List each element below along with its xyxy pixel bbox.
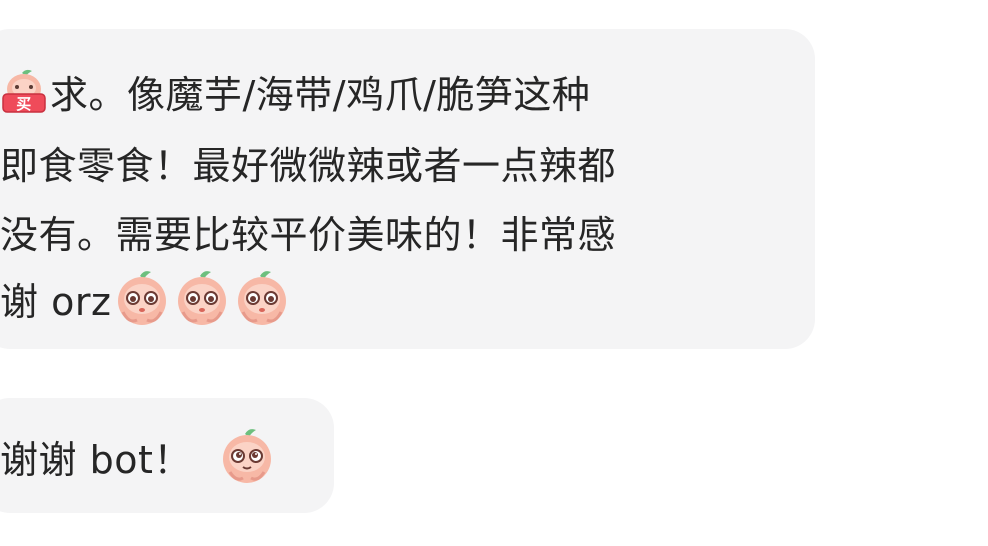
- message-text: 求。像魔芋/海带/鸡爪/脆笋这种: [50, 72, 591, 117]
- message-text: 谢谢 bot！: [0, 437, 192, 482]
- message-text: 即食零食！最好微微辣或者一点辣都: [0, 143, 617, 188]
- buy-sticker-icon: 买: [0, 67, 48, 115]
- message-bubble[interactable]: 谢谢 bot！: [0, 398, 334, 513]
- message-line: 谢 orz: [0, 271, 291, 325]
- message-text: 没有。需要比较平价美味的！非常感: [0, 212, 617, 257]
- crying-peach-icon: [113, 268, 171, 328]
- message-bubble[interactable]: 买 求。像魔芋/海带/鸡爪/脆笋这种 即食零食！最好微微辣或者一点辣都 没有。需…: [0, 29, 815, 349]
- message-line: 买 求。像魔芋/海带/鸡爪/脆笋这种: [0, 66, 591, 117]
- message-line: 没有。需要比较平价美味的！非常感: [0, 206, 617, 257]
- svg-text:买: 买: [16, 95, 32, 113]
- pleading-peach-icon: [218, 426, 276, 486]
- message-line: 谢谢 bot！: [0, 429, 276, 483]
- message-text: 谢 orz: [0, 279, 112, 324]
- message-line: 即食零食！最好微微辣或者一点辣都: [0, 137, 617, 188]
- crying-peach-icon: [173, 268, 231, 328]
- crying-peach-icon: [233, 268, 291, 328]
